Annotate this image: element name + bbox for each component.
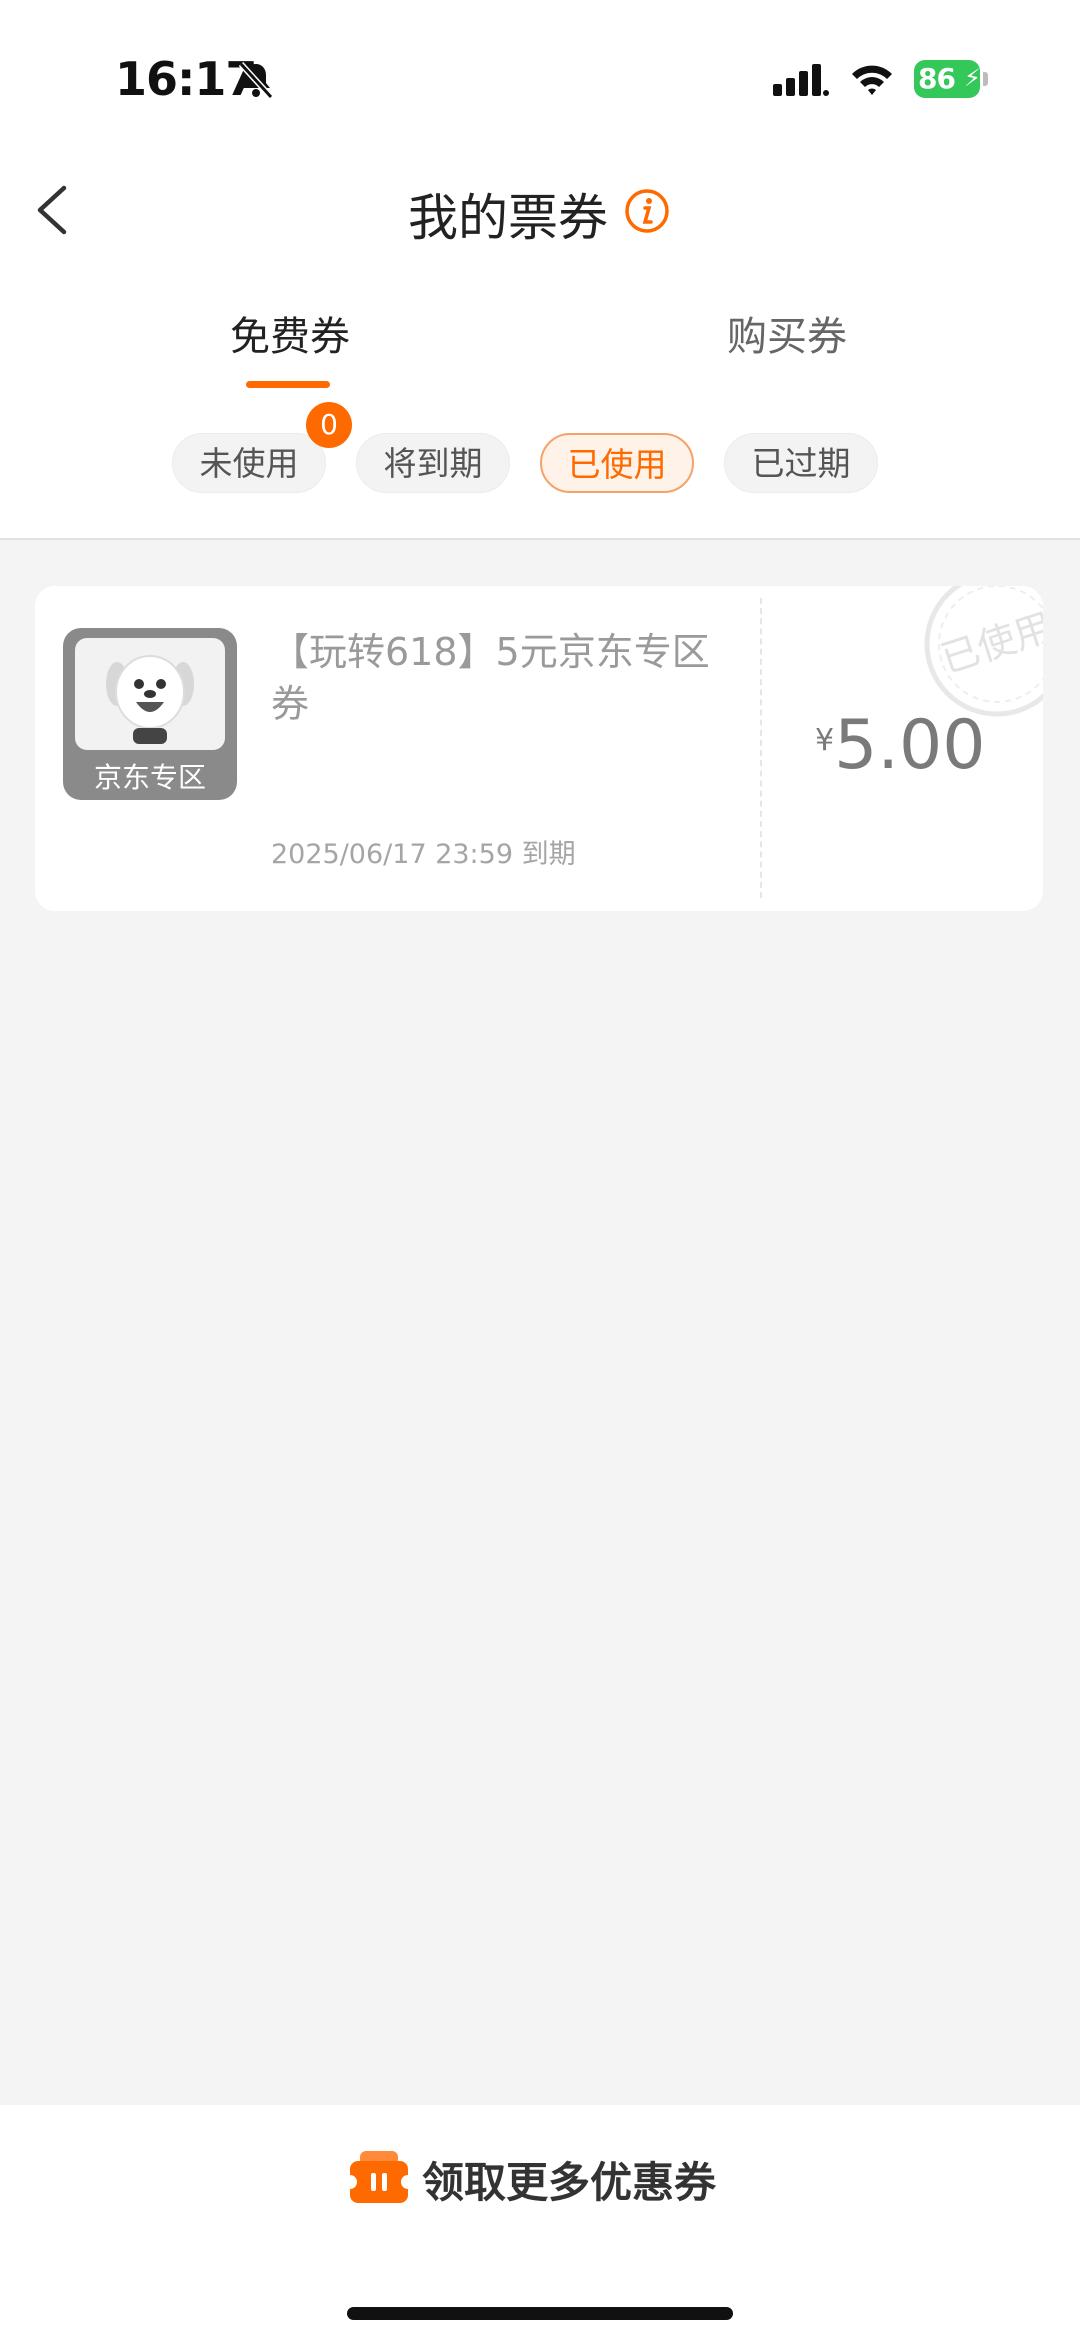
coupon-ticket-icon xyxy=(350,2151,408,2203)
home-indicator[interactable] xyxy=(347,2307,733,2320)
coupon-card[interactable]: 京东专区 【玩转618】5元京东专区券 2025/06/17 23:59 到期 … xyxy=(35,586,1043,911)
active-tab-indicator xyxy=(246,381,330,388)
battery-indicator: 86 ⚡ xyxy=(914,60,988,98)
charging-bolt-icon: ⚡ xyxy=(964,64,981,92)
stamp-text: 已使用 xyxy=(936,605,1043,682)
bottom-bar: 领取更多优惠券 xyxy=(0,2105,1080,2341)
jd-mascot-icon xyxy=(106,655,194,744)
unused-count-badge: 0 xyxy=(306,402,352,448)
info-icon[interactable] xyxy=(624,188,670,234)
tab-purchased-coupons[interactable]: 购买券 xyxy=(727,304,847,362)
cellular-signal-icon xyxy=(773,64,829,96)
coupon-title: 【玩转618】5元京东专区券 xyxy=(271,630,710,726)
thumbnail-label: 京东专区 xyxy=(93,761,206,794)
coupon-thumbnail: 京东专区 xyxy=(63,628,237,800)
coupon-expiry: 2025/06/17 23:59 到期 xyxy=(271,839,576,870)
top-panel: 16:17 86 ⚡ 我的票券 免费券 购买券 未使用 0 将到期 已使用 已过… xyxy=(0,0,1080,540)
get-more-coupons-label: 领取更多优惠券 xyxy=(422,2158,717,2207)
filter-expiring[interactable]: 将到期 xyxy=(356,433,510,493)
battery-cap xyxy=(983,72,988,86)
filter-used[interactable]: 已使用 xyxy=(540,433,694,493)
filter-expired[interactable]: 已过期 xyxy=(724,433,878,493)
wifi-icon xyxy=(852,65,892,95)
used-stamp: 已使用 xyxy=(924,586,1043,717)
battery-level: 86 xyxy=(918,62,956,95)
back-button[interactable] xyxy=(28,180,78,240)
currency-symbol: ¥ xyxy=(815,723,835,758)
bell-muted-icon xyxy=(238,61,274,100)
card-divider xyxy=(760,598,762,898)
filter-unused[interactable]: 未使用 xyxy=(172,433,326,493)
page-title: 我的票券 xyxy=(408,189,608,247)
tab-free-coupons[interactable]: 免费券 xyxy=(230,304,350,362)
